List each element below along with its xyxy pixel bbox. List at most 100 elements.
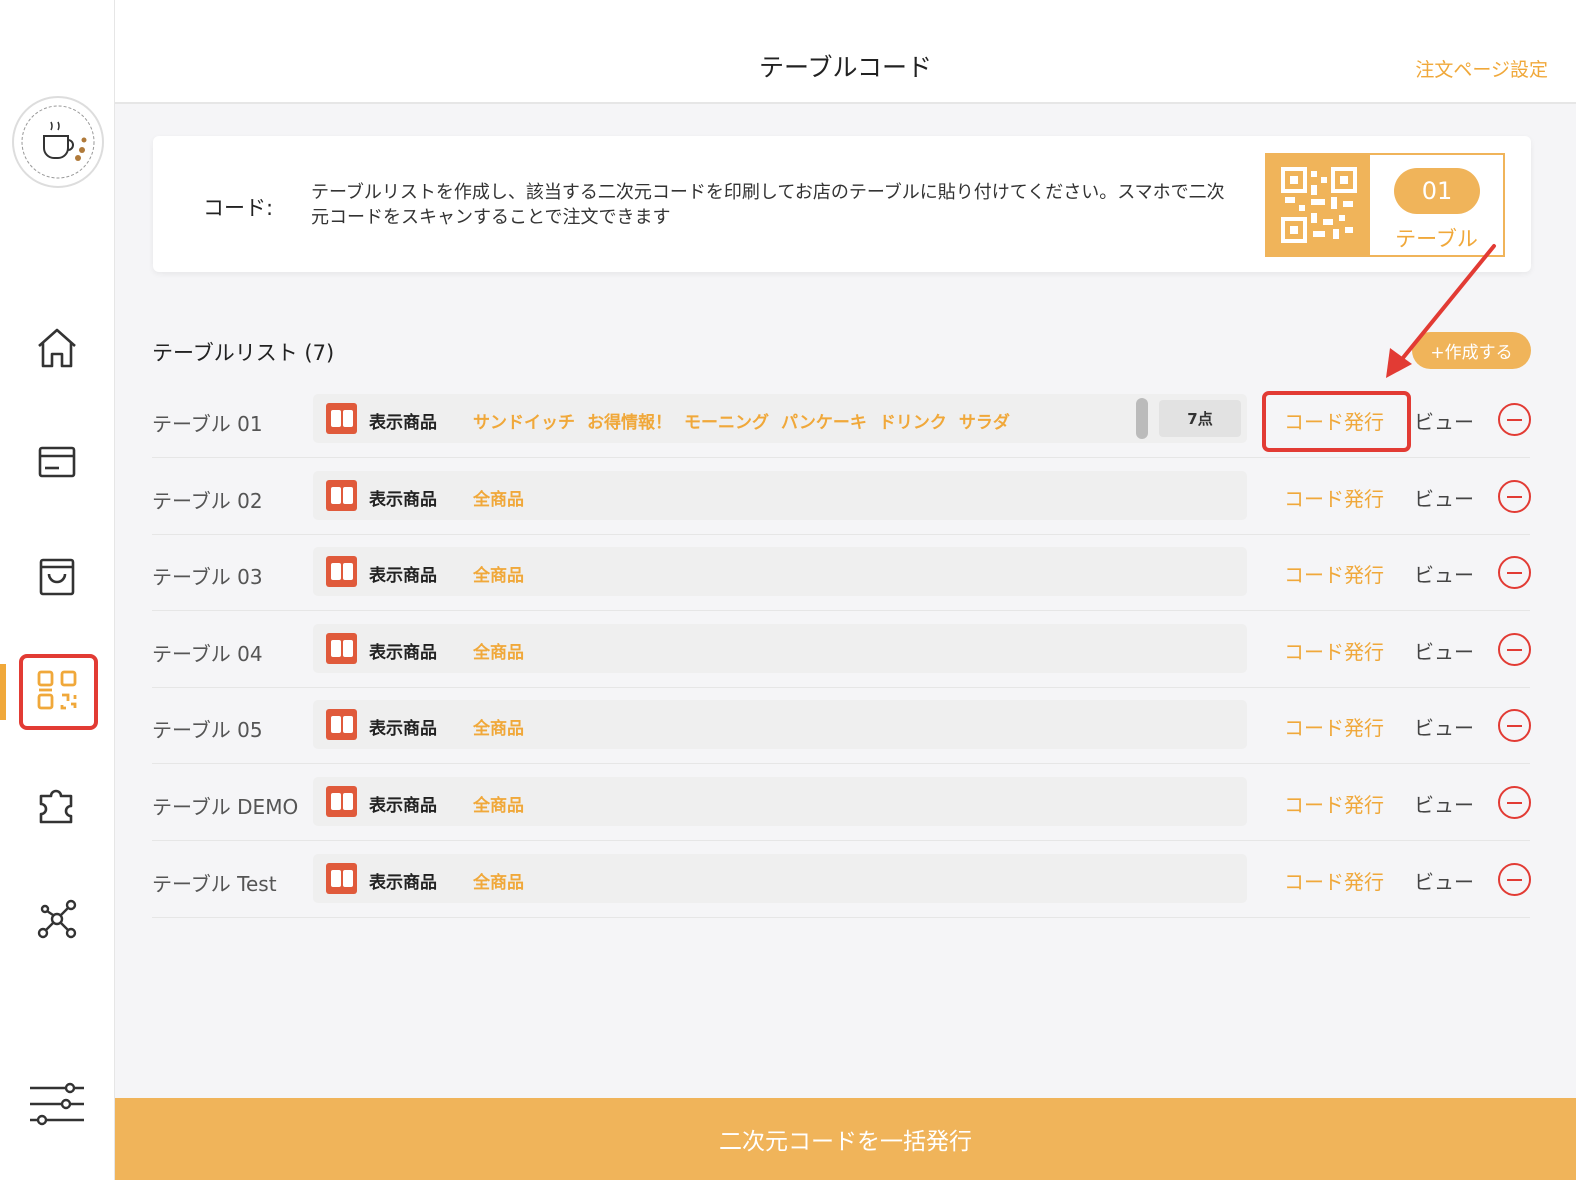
category-tag: 全商品 — [473, 719, 524, 740]
product-categories: 全商品 — [473, 485, 536, 510]
nav-network[interactable] — [24, 886, 90, 952]
info-card: コード: テーブルリストを作成し、該当する二次元コードを印刷してお店のテーブルに… — [153, 136, 1531, 272]
scrollbar[interactable] — [1136, 398, 1148, 439]
table-name: テーブル 02 — [152, 488, 263, 513]
display-products-field[interactable]: 表示商品 全商品 — [313, 547, 1247, 597]
sliders-icon[interactable] — [28, 1080, 86, 1128]
view-button[interactable]: ビュー — [1414, 789, 1474, 818]
table-list-title: テーブルリスト (7) — [152, 341, 335, 365]
issue-code-button[interactable]: コード発行 — [1284, 866, 1384, 895]
table-name: テーブル 03 — [152, 565, 263, 590]
view-button[interactable]: ビュー — [1414, 406, 1474, 435]
view-button[interactable]: ビュー — [1414, 636, 1474, 665]
display-products-label: 表示商品 — [369, 413, 437, 433]
qr-code-image — [1280, 167, 1357, 243]
order-page-settings-link[interactable]: 注文ページ設定 — [1415, 55, 1548, 82]
issue-code-button[interactable]: コード発行 — [1284, 712, 1384, 741]
category-tag: サンドイッチ — [473, 413, 575, 433]
product-categories: サンドイッチ お得情報！ モーニング パンケーキ ドリンク サラダ — [473, 408, 1022, 433]
annotation-highlight-issue — [1262, 391, 1411, 452]
table-name: テーブル Test — [152, 871, 277, 896]
category-tag: 全商品 — [473, 566, 524, 587]
table-name: テーブル 04 — [152, 641, 263, 666]
sample-number-pill: 01 — [1394, 168, 1480, 214]
view-button[interactable]: ビュー — [1414, 866, 1474, 895]
issue-code-button[interactable]: コード発行 — [1284, 559, 1384, 588]
product-categories: 全商品 — [473, 561, 536, 586]
view-button[interactable]: ビュー — [1414, 559, 1474, 588]
table-row: テーブル DEMO 表示商品 全商品 コード発行 ビュー — [152, 765, 1531, 841]
menu-book-icon — [326, 632, 357, 664]
remove-circle-icon[interactable] — [1498, 556, 1531, 590]
info-label: コード: — [203, 196, 274, 220]
table-row: テーブル 03 表示商品 全商品 コード発行 ビュー — [152, 535, 1531, 612]
remove-circle-icon[interactable] — [1498, 632, 1531, 666]
product-categories: 全商品 — [473, 868, 536, 893]
remove-circle-icon[interactable] — [1498, 862, 1531, 896]
nav-home[interactable] — [24, 315, 90, 381]
issue-code-button[interactable]: コード発行 — [1284, 483, 1384, 512]
display-products-label: 表示商品 — [369, 872, 437, 893]
table-name: テーブル DEMO — [152, 795, 299, 819]
issue-code-button[interactable]: コード発行 — [1284, 636, 1384, 665]
product-count-badge: 7点 — [1159, 400, 1241, 437]
header: テーブルコード 注文ページ設定 — [115, 0, 1576, 104]
home-icon — [38, 328, 76, 368]
display-products-field[interactable]: 表示商品 全商品 — [313, 777, 1247, 826]
category-tag: 全商品 — [473, 796, 524, 816]
issue-code-button[interactable]: コード発行 — [1284, 789, 1384, 818]
display-products-label: 表示商品 — [369, 642, 437, 663]
display-products-field[interactable]: 表示商品 全商品 — [313, 853, 1247, 903]
table-row: テーブル 02 表示商品 全商品 コード発行 ビュー — [152, 459, 1531, 535]
view-button[interactable]: ビュー — [1414, 712, 1474, 741]
remove-circle-icon[interactable] — [1498, 786, 1531, 819]
table-row: テーブル 05 表示商品 全商品 コード発行 ビュー — [152, 688, 1531, 765]
menu-book-icon — [326, 786, 357, 817]
remove-circle-icon[interactable] — [1498, 403, 1531, 436]
nav-bag[interactable] — [24, 543, 90, 609]
table-row: テーブル 04 表示商品 全商品 コード発行 ビュー — [152, 612, 1531, 688]
menu-book-icon — [326, 479, 357, 511]
menu-book-icon — [326, 403, 357, 434]
display-products-label: 表示商品 — [369, 719, 437, 740]
nav-card[interactable] — [24, 429, 90, 495]
nav-puzzle[interactable] — [24, 771, 90, 837]
sidebar — [0, 0, 115, 1180]
category-tag: サラダ — [958, 413, 1010, 433]
bulk-issue-button[interactable]: 二次元コードを一括発行 — [115, 1098, 1576, 1180]
nav-active-indicator — [0, 664, 6, 720]
category-tag: 全商品 — [473, 489, 524, 510]
product-categories: 全商品 — [473, 791, 536, 816]
remove-circle-icon[interactable] — [1498, 479, 1531, 513]
sample-qr — [1267, 155, 1370, 255]
category-tag: ドリンク — [878, 413, 947, 433]
remove-circle-icon[interactable] — [1498, 709, 1531, 743]
menu-book-icon — [326, 556, 357, 588]
product-categories: 全商品 — [473, 638, 536, 663]
display-products-field[interactable]: 表示商品 サンドイッチ お得情報！ モーニング パンケーキ ドリンク サラダ 7点 — [313, 394, 1247, 443]
category-tag: パンケーキ — [781, 413, 867, 433]
card-icon — [38, 446, 76, 478]
category-tag: モーニング — [684, 413, 769, 433]
info-description: テーブルリストを作成し、該当する二次元コードを印刷してお店のテーブルに貼り付けて… — [311, 182, 1225, 228]
display-products-label: 表示商品 — [369, 796, 437, 816]
category-tag: お得情報！ — [587, 413, 672, 433]
display-products-label: 表示商品 — [369, 566, 437, 587]
display-products-field[interactable]: 表示商品 全商品 — [313, 700, 1247, 750]
display-products-field[interactable]: 表示商品 全商品 — [313, 470, 1247, 520]
table-row: テーブル Test 表示商品 全商品 コード発行 ビュー — [152, 842, 1531, 918]
menu-book-icon — [326, 709, 357, 741]
view-button[interactable]: ビュー — [1414, 483, 1474, 512]
category-tag: 全商品 — [473, 642, 524, 663]
bag-icon — [39, 558, 75, 596]
display-products-label: 表示商品 — [369, 489, 437, 510]
coffee-cup-icon — [21, 105, 95, 179]
annotation-arrow-icon — [1386, 244, 1496, 378]
puzzle-icon — [39, 789, 73, 824]
network-icon — [37, 899, 77, 939]
display-products-field[interactable]: 表示商品 全商品 — [313, 623, 1247, 673]
product-categories: 全商品 — [473, 714, 536, 739]
category-tag: 全商品 — [473, 872, 524, 893]
table-name: テーブル 01 — [152, 412, 263, 436]
page-title: テーブルコード — [758, 53, 932, 82]
